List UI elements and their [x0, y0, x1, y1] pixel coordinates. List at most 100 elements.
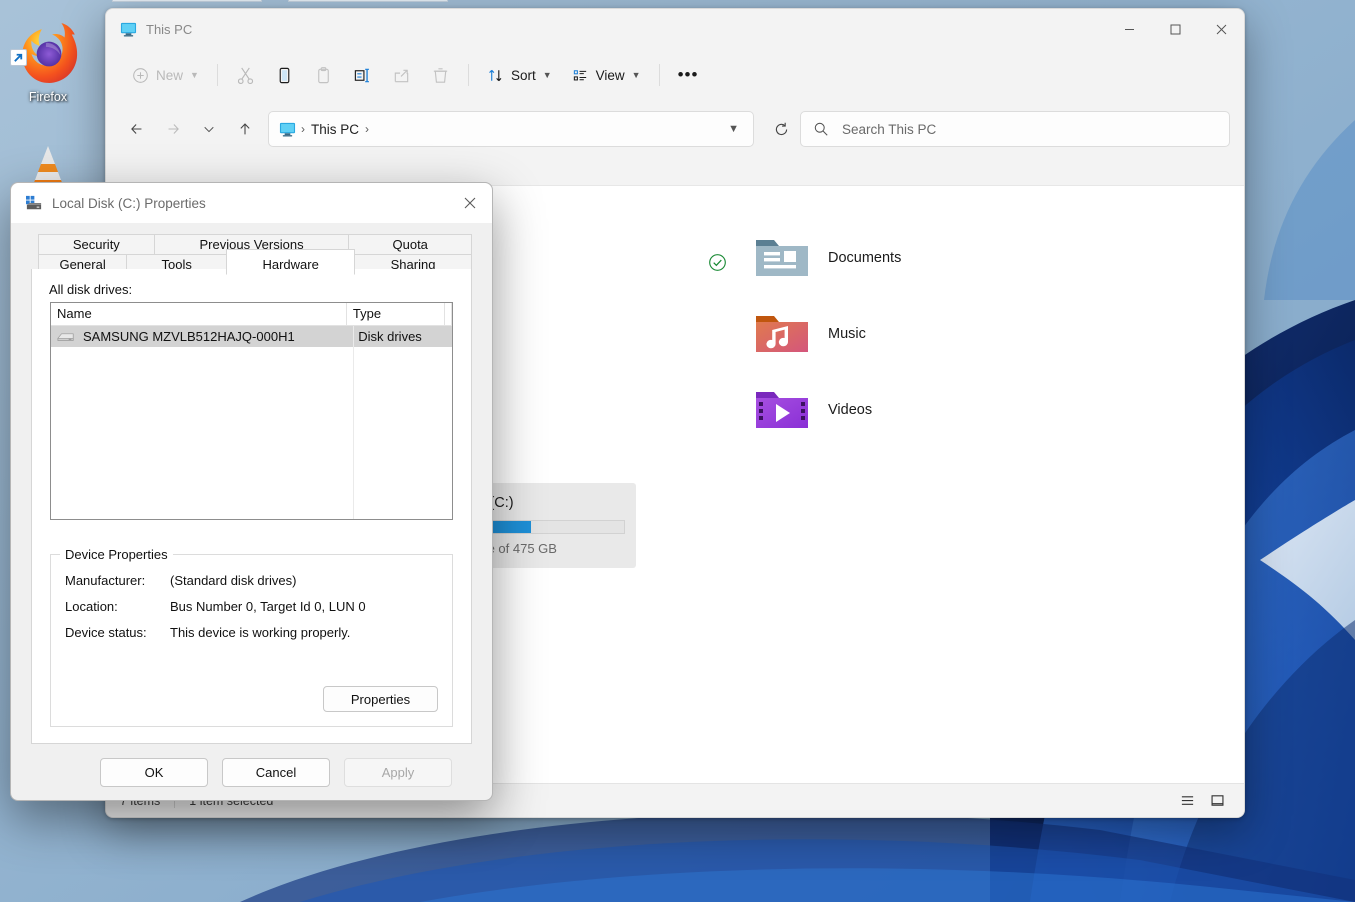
- videos-folder-icon: [754, 386, 810, 434]
- manufacturer-label: Manufacturer:: [65, 573, 170, 588]
- disk-drives-list[interactable]: Name Type SAMSUNG MZVLB512HAJQ-000H1 Dis…: [50, 302, 453, 520]
- column-header-spacer[interactable]: [445, 303, 452, 325]
- window-controls: [1106, 9, 1244, 49]
- ok-button[interactable]: OK: [100, 758, 208, 787]
- search-input[interactable]: Search This PC: [800, 111, 1230, 147]
- drive-type-cell: Disk drives: [352, 329, 452, 344]
- address-dropdown-icon[interactable]: ▼: [728, 123, 745, 135]
- folder-item-videos[interactable]: Videos: [754, 386, 872, 434]
- this-pc-icon: [120, 21, 137, 38]
- chevron-down-icon: ▼: [632, 70, 641, 80]
- recent-locations-button[interactable]: [192, 112, 226, 146]
- location-value: Bus Number 0, Target Id 0, LUN 0: [170, 599, 366, 614]
- details-view-icon[interactable]: [1204, 789, 1230, 813]
- toolbar-divider: [217, 64, 218, 86]
- device-properties-group: Device Properties Manufacturer: (Standar…: [50, 554, 453, 727]
- toolbar-divider-3: [659, 64, 660, 86]
- tab-hardware[interactable]: Hardware: [226, 249, 355, 275]
- cancel-button[interactable]: Cancel: [222, 758, 330, 787]
- tab-quota[interactable]: Quota: [348, 234, 472, 255]
- dialog-title: Local Disk (C:) Properties: [52, 196, 206, 211]
- list-view-icon[interactable]: [1174, 789, 1200, 813]
- dialog-footer: OK Cancel Apply: [11, 744, 492, 800]
- breadcrumb-bar[interactable]: › This PC › ▼: [268, 111, 754, 147]
- hardware-tab-panel: All disk drives: Name Type SAMSUNG MZVLB…: [31, 269, 472, 744]
- device-status-label: Device status:: [65, 625, 170, 640]
- tab-security[interactable]: Security: [38, 234, 155, 255]
- all-disk-drives-label: All disk drives:: [49, 282, 471, 297]
- refresh-button[interactable]: [764, 112, 798, 146]
- explorer-titlebar[interactable]: This PC: [106, 9, 1244, 49]
- sort-button[interactable]: Sort ▼: [477, 58, 562, 92]
- chevron-down-icon: ▼: [543, 70, 552, 80]
- device-status-row: Device status: This device is working pr…: [65, 625, 452, 640]
- folder-label-documents: Documents: [828, 250, 901, 266]
- forward-button[interactable]: [156, 112, 190, 146]
- maximize-button[interactable]: [1152, 9, 1198, 49]
- view-icon: [572, 67, 589, 84]
- firefox-icon: [2, 18, 94, 88]
- drive-name-text: SAMSUNG MZVLB512HAJQ-000H1: [83, 329, 295, 344]
- location-label: Location:: [65, 599, 170, 614]
- explorer-toolbar[interactable]: New ▼: [106, 49, 1244, 101]
- explorer-title: This PC: [146, 22, 192, 37]
- shortcut-overlay-icon: [10, 49, 27, 66]
- dialog-titlebar[interactable]: Local Disk (C:) Properties: [11, 183, 492, 223]
- delete-icon: [431, 66, 450, 85]
- folder-label-music: Music: [828, 326, 866, 342]
- view-label: View: [596, 68, 625, 83]
- copy-icon: [275, 66, 294, 85]
- copy-button[interactable]: [265, 58, 304, 92]
- selected-check-icon: [708, 253, 727, 272]
- breadcrumb-item-this-pc[interactable]: This PC: [306, 120, 364, 139]
- rename-button[interactable]: [343, 58, 382, 92]
- back-button[interactable]: [120, 112, 154, 146]
- column-header-name[interactable]: Name: [51, 303, 347, 325]
- delete-button[interactable]: [421, 58, 460, 92]
- paste-button[interactable]: [304, 58, 343, 92]
- new-button[interactable]: New ▼: [122, 58, 209, 92]
- cut-icon: [236, 66, 255, 85]
- sort-label: Sort: [511, 68, 536, 83]
- device-status-value: This device is working properly.: [170, 625, 350, 640]
- background-window-1[interactable]: [112, 0, 262, 2]
- folder-item-music[interactable]: Music: [754, 310, 866, 358]
- manufacturer-row: Manufacturer: (Standard disk drives): [65, 573, 452, 588]
- cut-button[interactable]: [226, 58, 265, 92]
- music-folder-icon: [754, 310, 810, 358]
- local-disk-properties-dialog[interactable]: Local Disk (C:) Properties Security Prev…: [10, 182, 493, 801]
- documents-folder-icon: [754, 234, 810, 282]
- toolbar-divider-2: [468, 64, 469, 86]
- column-header-type[interactable]: Type: [347, 303, 445, 325]
- share-icon: [392, 66, 411, 85]
- search-icon: [813, 121, 829, 137]
- dialog-tabstrip[interactable]: Security Previous Versions Quota General…: [38, 234, 472, 274]
- apply-button[interactable]: Apply: [344, 758, 452, 787]
- folder-label-videos: Videos: [828, 402, 872, 418]
- location-row: Location: Bus Number 0, Target Id 0, LUN…: [65, 599, 452, 614]
- drive-name-cell: SAMSUNG MZVLB512HAJQ-000H1: [51, 329, 352, 344]
- explorer-addressbar[interactable]: › This PC › ▼ Search This PC: [106, 101, 1244, 157]
- new-label: New: [156, 68, 183, 83]
- view-toggle-group: [1174, 789, 1230, 813]
- device-properties-button[interactable]: Properties: [323, 686, 438, 712]
- plus-circle-icon: [132, 67, 149, 84]
- device-properties-legend: Device Properties: [60, 547, 173, 562]
- up-button[interactable]: [228, 112, 262, 146]
- share-button[interactable]: [382, 58, 421, 92]
- view-button[interactable]: View ▼: [562, 58, 651, 92]
- background-window-2[interactable]: [288, 0, 448, 2]
- folder-item-documents[interactable]: Documents: [754, 234, 901, 282]
- minimize-button[interactable]: [1106, 9, 1152, 49]
- column-divider-1[interactable]: [353, 326, 354, 519]
- chevron-down-icon: ▼: [190, 70, 199, 80]
- sort-icon: [487, 67, 504, 84]
- dialog-close-button[interactable]: [448, 183, 492, 223]
- desktop-icon-firefox[interactable]: Firefox: [2, 18, 94, 104]
- breadcrumb-separator-2: ›: [364, 122, 370, 136]
- paste-icon: [314, 66, 333, 85]
- this-pc-icon: [279, 121, 296, 138]
- more-options-button[interactable]: •••: [668, 58, 709, 92]
- close-button[interactable]: [1198, 9, 1244, 49]
- table-row[interactable]: SAMSUNG MZVLB512HAJQ-000H1 Disk drives: [51, 326, 452, 347]
